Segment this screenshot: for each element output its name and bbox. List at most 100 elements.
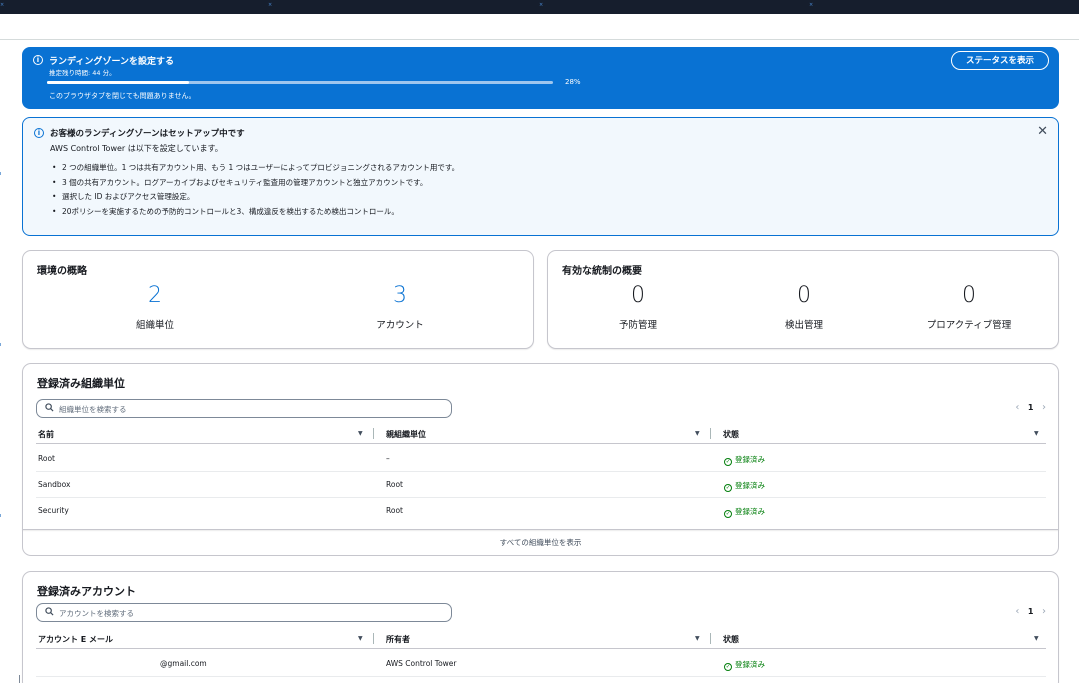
status-badge: ✓ 登録済み [724, 454, 765, 466]
check-circle-icon: ✓ [724, 510, 732, 518]
search-placeholder: 組織単位を検索する [59, 405, 127, 414]
status-badge: ✓ 登録済み [724, 659, 765, 671]
chevron-right-icon[interactable]: › [1042, 402, 1046, 413]
table-row: @gmail.com AWS Control Tower ✓ 登録済み [36, 651, 1046, 677]
check-circle-icon: ✓ [724, 458, 732, 466]
registered-accounts-table: 登録済みアカウント アカウントを検索する ‹ 1 › アカウント E メール ▼… [22, 571, 1059, 683]
status-text: 登録済み [735, 455, 765, 464]
column-divider[interactable] [373, 428, 374, 439]
cell-parent: Root [386, 480, 403, 489]
sort-down-icon[interactable]: ▼ [1034, 430, 1039, 437]
tick-mark: × [539, 2, 544, 8]
metric-label: アカウント [376, 320, 424, 331]
metric-label: プロアクティブ管理 [926, 320, 1012, 331]
edge-mark [19, 675, 20, 683]
status-badge: ✓ 登録済み [724, 506, 765, 518]
header-divider [0, 39, 1079, 40]
view-status-button[interactable]: ステータスを表示 [951, 51, 1049, 70]
sort-down-icon[interactable]: ▼ [695, 635, 700, 642]
status-text: 登録済み [735, 481, 765, 490]
view-all-ous-link[interactable]: すべての組織単位を表示 [22, 530, 1059, 556]
metric-proactive: 0 プロアクティブ管理 [889, 283, 1049, 331]
progress-bar [47, 81, 553, 84]
alert-list-item: 選択した ID およびアクセス管理設定。 [50, 190, 459, 205]
banner-title: ランディングゾーンを設定する [49, 57, 175, 67]
column-divider[interactable] [710, 633, 711, 644]
alert-title: お客様のランディングゾーンはセットアップ中です [50, 129, 245, 139]
account-search-input[interactable]: アカウントを検索する [36, 603, 452, 622]
metric-value: 0 [631, 283, 645, 308]
table-row: Root – ✓ 登録済み [36, 446, 1046, 472]
search-placeholder: アカウントを検索する [59, 609, 134, 618]
edge-mark [0, 172, 4, 175]
metric-value: 0 [962, 283, 976, 308]
tick-mark: × [0, 2, 5, 8]
search-icon [45, 403, 54, 412]
chevron-right-icon[interactable]: › [1042, 606, 1046, 617]
cell-name: Sandbox [38, 480, 71, 489]
tick-mark: × [809, 2, 814, 8]
metric-organizational-units: 2 組織単位 [75, 283, 235, 331]
table-title: 登録済み組織単位 [37, 377, 125, 390]
cell-name: Security [38, 506, 69, 515]
top-navigation-bar: × × × × [0, 0, 1079, 14]
metric-value-link[interactable]: 3 [320, 283, 480, 309]
alert-list-item: 20ポリシーを実施するための予防的コントロールと3、構成違反を検出するため検出コ… [50, 205, 459, 220]
column-header-status[interactable]: 状態 [723, 429, 739, 440]
page-number[interactable]: 1 [1028, 403, 1034, 412]
metric-value: 0 [797, 283, 811, 308]
column-divider[interactable] [373, 633, 374, 644]
metric-accounts: 3 アカウント [320, 283, 480, 331]
check-circle-icon: ✓ [724, 663, 732, 671]
table-title: 登録済みアカウント [37, 585, 136, 598]
cell-parent: Root [386, 506, 403, 515]
banner-note: このブラウザタブを閉じても問題ありません。 [49, 92, 196, 100]
search-icon [45, 607, 54, 616]
chevron-left-icon[interactable]: ‹ [1015, 402, 1019, 413]
column-header-owner[interactable]: 所有者 [386, 634, 410, 645]
cell-email: @gmail.com [160, 659, 207, 668]
column-divider[interactable] [710, 428, 711, 439]
card-title: 環境の概略 [37, 266, 87, 277]
column-header-name[interactable]: 名前 [38, 429, 54, 440]
check-circle-icon: ✓ [724, 484, 732, 492]
sort-down-icon[interactable]: ▼ [358, 635, 363, 642]
close-icon[interactable]: ✕ [1037, 125, 1048, 138]
cell-owner: AWS Control Tower [386, 659, 457, 668]
metric-preventive: 0 予防管理 [558, 283, 718, 331]
tick-mark: × [268, 2, 273, 8]
card-title: 有効な統制の概要 [562, 266, 642, 277]
page-number[interactable]: 1 [1028, 607, 1034, 616]
table-header: アカウント E メール ▼ 所有者 ▼ 状態 ▼ [36, 629, 1046, 649]
registered-ou-table: 登録済み組織単位 組織単位を検索する ‹ 1 › 名前 ▼ 親組織単位 ▼ 状態… [22, 363, 1059, 530]
column-header-parent[interactable]: 親組織単位 [386, 429, 426, 440]
progress-percent: 28% [565, 78, 581, 86]
status-badge: ✓ 登録済み [724, 480, 765, 492]
column-header-status[interactable]: 状態 [723, 634, 739, 645]
status-text: 登録済み [735, 507, 765, 516]
sort-down-icon[interactable]: ▼ [1034, 635, 1039, 642]
pagination: ‹ 1 › [1015, 606, 1046, 617]
chevron-left-icon[interactable]: ‹ [1015, 606, 1019, 617]
metric-value-link[interactable]: 2 [75, 283, 235, 309]
edge-mark [0, 514, 4, 517]
alert-list-item: 2 つの組織単位。1 つは共有アカウント用、もう 1 つはユーザーによってプロビ… [50, 161, 459, 176]
cell-parent: – [386, 454, 390, 463]
time-remaining: 推定残り時間: 44 分。 [49, 69, 116, 77]
ou-search-input[interactable]: 組織単位を検索する [36, 399, 452, 418]
progress-bar-fill [47, 81, 189, 84]
pagination: ‹ 1 › [1015, 402, 1046, 413]
metric-detective: 0 検出管理 [724, 283, 884, 331]
alert-list-item: 3 個の共有アカウント。ログアーカイブおよびセキュリティ監査用の管理アカウントと… [50, 176, 459, 191]
sort-down-icon[interactable]: ▼ [695, 430, 700, 437]
table-row: Security Root ✓ 登録済み [36, 498, 1046, 524]
metric-label: 組織単位 [135, 320, 174, 331]
table-header: 名前 ▼ 親組織単位 ▼ 状態 ▼ [36, 424, 1046, 444]
environment-summary-card: 環境の概略 2 組織単位 3 アカウント [22, 250, 534, 349]
column-header-email[interactable]: アカウント E メール [38, 634, 113, 645]
metric-label: 予防管理 [618, 320, 657, 331]
info-icon: i [33, 55, 43, 65]
alert-list: 2 つの組織単位。1 つは共有アカウント用、もう 1 つはユーザーによってプロビ… [50, 161, 459, 219]
sort-down-icon[interactable]: ▼ [358, 430, 363, 437]
setup-progress-banner: i ランディングゾーンを設定する 推定残り時間: 44 分。 28% このブラウ… [22, 47, 1059, 109]
